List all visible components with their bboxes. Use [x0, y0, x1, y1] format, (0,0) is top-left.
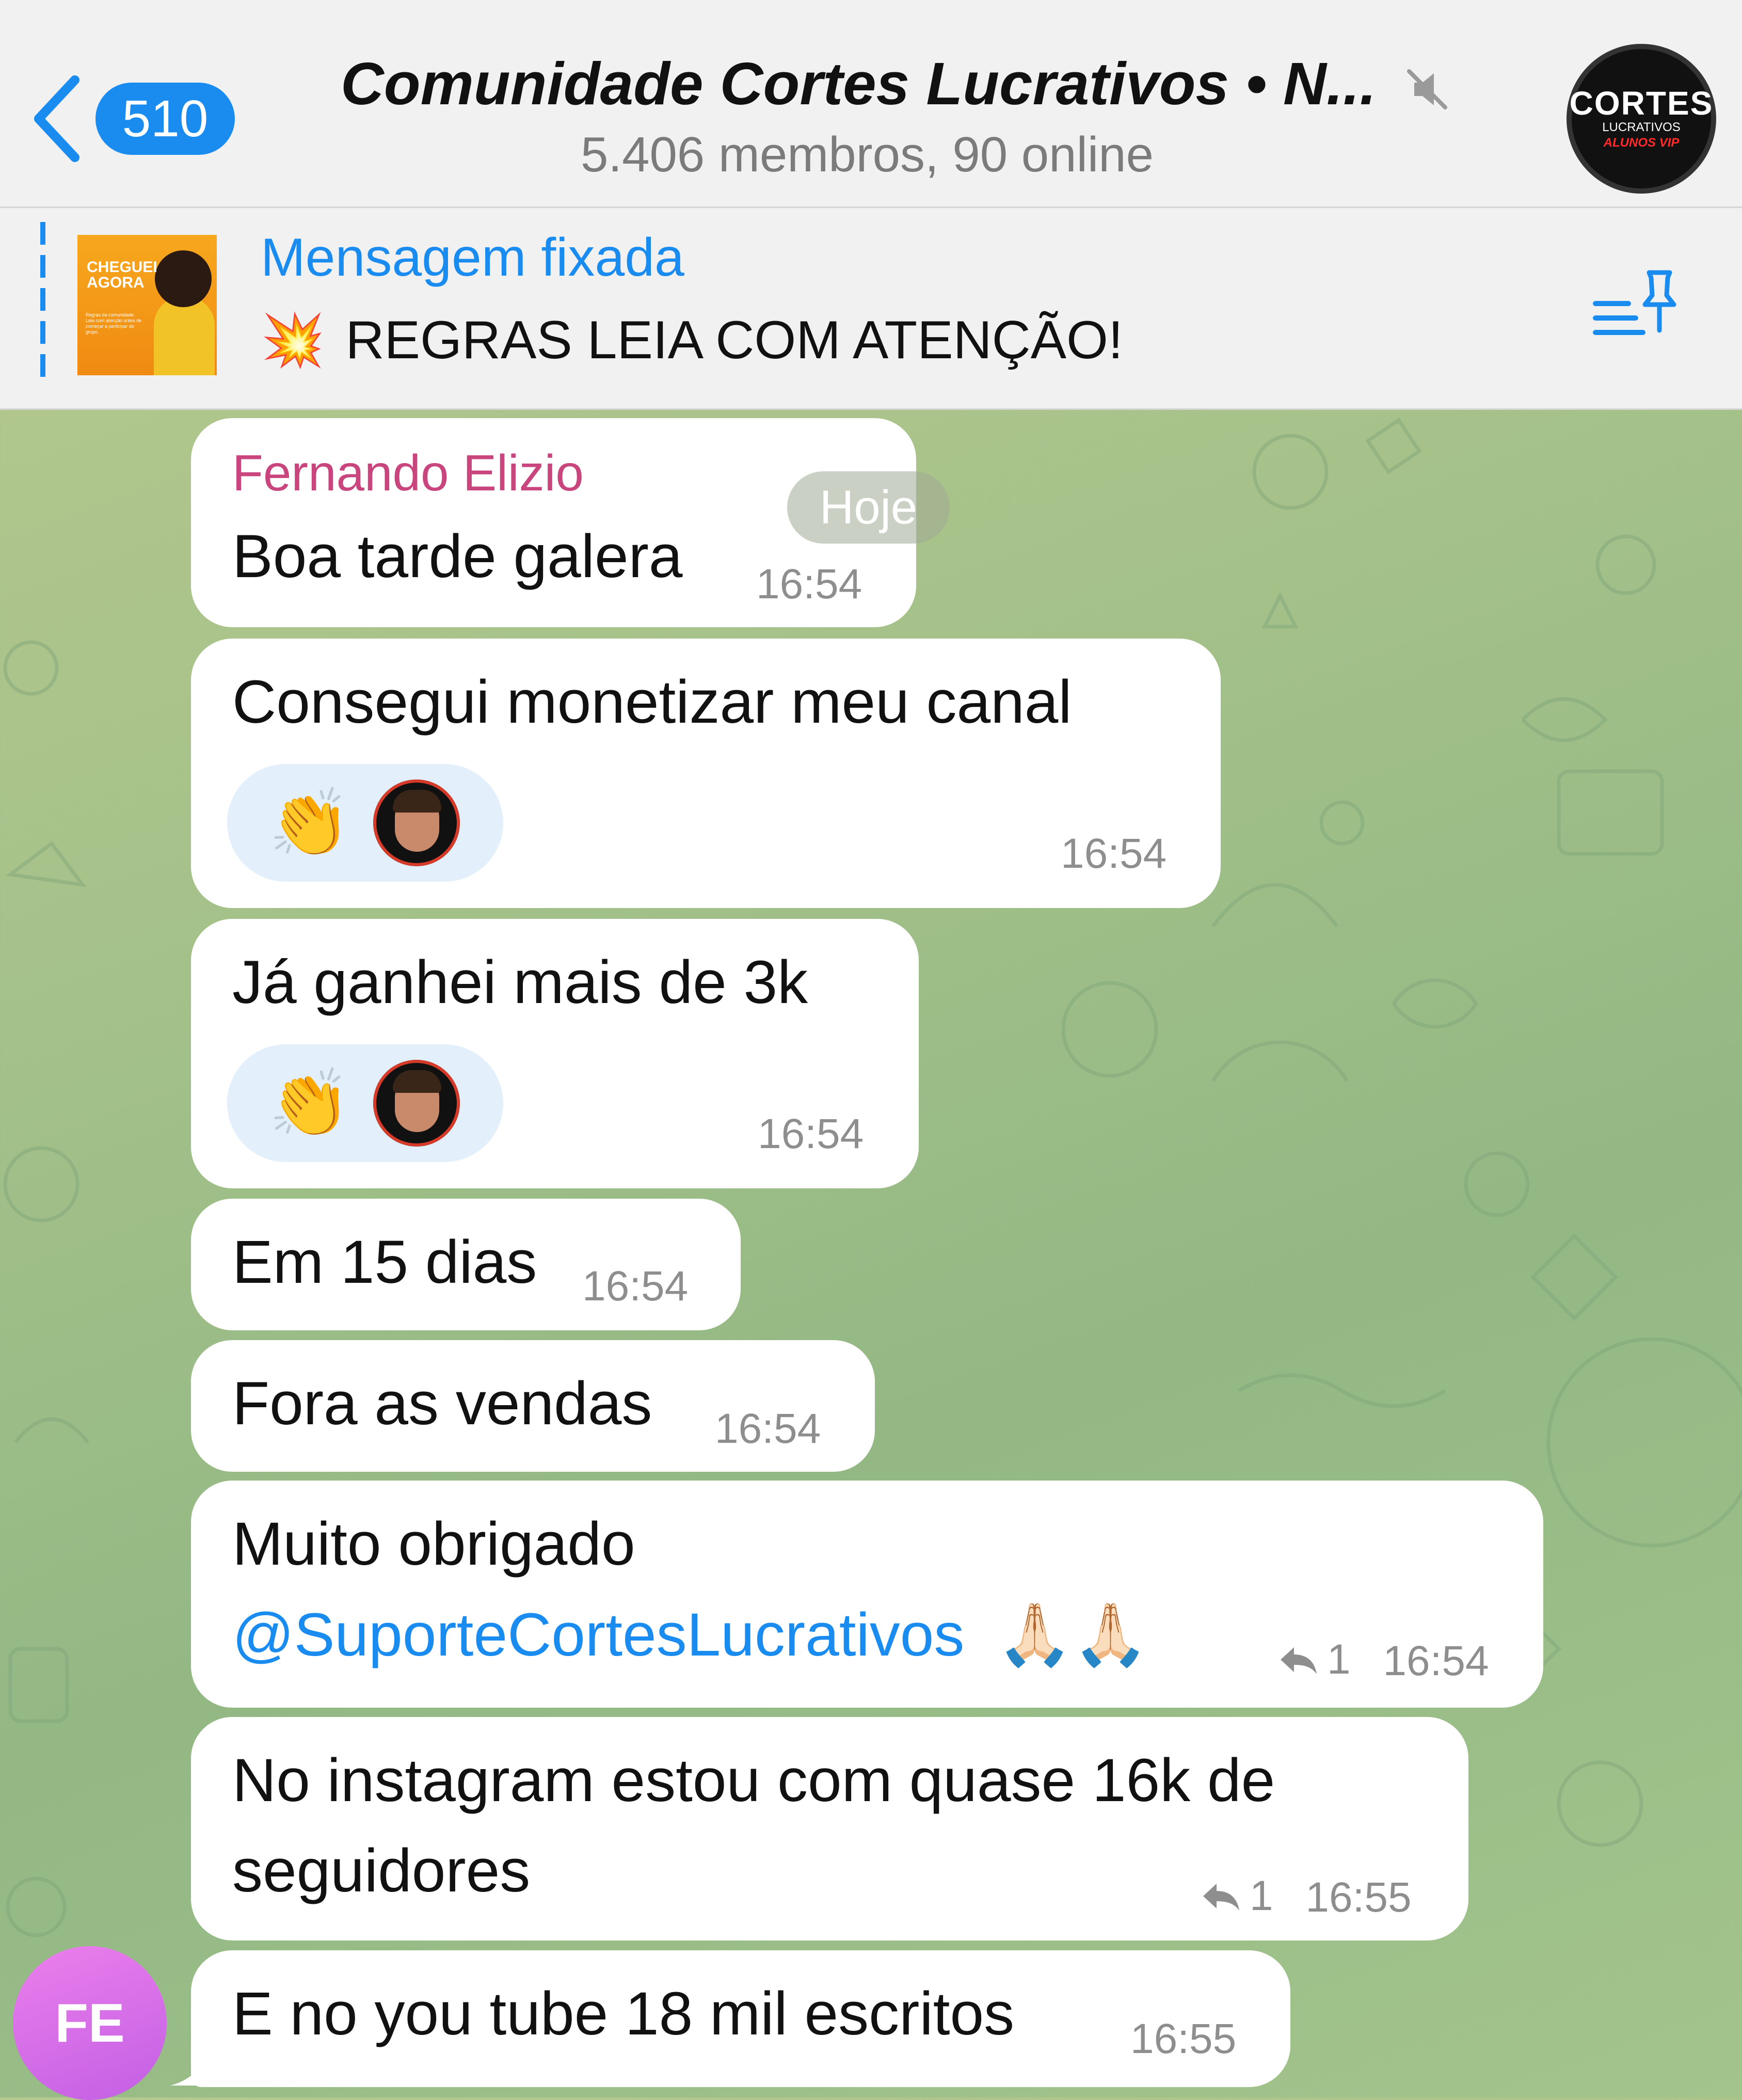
clapping-hands-icon: 👏	[268, 786, 351, 860]
message-time: 16:54	[758, 1110, 864, 1157]
pinned-thumbnail: CHEGUEI AGORA Regras da comunidade. Leia…	[77, 235, 217, 375]
reactor-avatar	[369, 1056, 464, 1151]
chat-title[interactable]: Comunidade Cortes Lucrativos • N...	[341, 49, 1414, 126]
thumbnail-body: Regras da comunidade. Leia com atenção a…	[86, 312, 142, 335]
message-time: 16:54	[1061, 830, 1167, 877]
pinned-text-label: REGRAS LEIA COM ATENÇÃO!	[345, 310, 1123, 370]
chat-header: 510 Comunidade Cortes Lucrativos • N... …	[0, 0, 1742, 208]
clapping-hands-icon: 👏	[268, 1067, 351, 1140]
avatar-logo-line2: LUCRATIVOS	[1602, 120, 1681, 134]
unread-count-badge[interactable]: 510	[95, 83, 235, 155]
message-meta: 1 16:54	[1277, 1635, 1489, 1685]
message-text: Já ganhei mais de 3k	[232, 948, 808, 1016]
chevron-left-icon	[34, 75, 79, 162]
mention-link[interactable]: @SuporteCortesLucrativos	[232, 1601, 964, 1669]
message-text-line2: seguidores	[232, 1837, 531, 1905]
reactor-ring	[373, 1060, 460, 1147]
sender-name[interactable]: Fernando Elizio	[232, 444, 584, 502]
message-meta: 1 16:55	[1200, 1872, 1412, 1922]
message-bubble[interactable]: Já ganhei mais de 3k 👏 16:54	[191, 919, 919, 1188]
thumbnail-heading: CHEGUEI AGORA	[87, 259, 157, 291]
message-mention-line: @SuporteCortesLucrativos 🙏🏻🙏🏻	[232, 1599, 1148, 1671]
message-text: No instagram estou com quase 16k de	[232, 1746, 1275, 1815]
reply-count[interactable]: 1	[1200, 1872, 1273, 1920]
message-bubble[interactable]: Consegui monetizar meu canal 👏 16:54	[191, 639, 1221, 908]
sender-avatar[interactable]: FE	[13, 1946, 167, 2100]
message-bubble[interactable]: Fora as vendas 16:54	[191, 1340, 875, 1472]
message-bubble[interactable]: Muito obrigado @SuporteCortesLucrativos …	[191, 1481, 1543, 1708]
reactor-ring	[373, 779, 460, 866]
message-time: 16:54	[582, 1263, 689, 1310]
message-bubble[interactable]: No instagram estou com quase 16k de segu…	[191, 1717, 1468, 1940]
thumbnail-figure-body	[154, 297, 215, 375]
reply-count-value: 1	[1327, 1636, 1351, 1683]
message-text: Em 15 dias	[232, 1228, 537, 1296]
avatar-logo-line1: CORTES	[1569, 85, 1714, 122]
message-time: 16:55	[1305, 1874, 1412, 1921]
message-time: 16:54	[756, 561, 862, 608]
message-time: 16:54	[1383, 1637, 1489, 1684]
message-text: Boa tarde galera	[232, 522, 683, 591]
date-chip: Hoje	[787, 471, 950, 544]
message-bubble[interactable]: E no you tube 18 mil escritos 16:55	[191, 1950, 1290, 2087]
message-time: 16:55	[1130, 2015, 1237, 2062]
folded-hands-icon: 🙏🏻🙏🏻	[997, 1601, 1149, 1669]
message-text: Consegui monetizar meu canal	[232, 668, 1072, 736]
chat-subtitle: 5.406 membros, 90 online	[581, 127, 1154, 182]
reply-arrow-icon	[1203, 1884, 1239, 1911]
pinned-label: Mensagem fixada	[261, 228, 684, 288]
message-text: E no you tube 18 mil escritos	[232, 1980, 1015, 2048]
muted-icon	[1407, 69, 1447, 109]
reply-arrow-icon	[1281, 1647, 1317, 1674]
pinned-text: 💥 REGRAS LEIA COM ATENÇÃO!	[261, 310, 1123, 371]
message-text: Muito obrigado	[232, 1510, 635, 1578]
avatar-logo-line3: ALUNOS VIP	[1603, 136, 1680, 150]
group-avatar[interactable]: CORTES LUCRATIVOS ALUNOS VIP	[1567, 44, 1716, 194]
reaction-chip[interactable]: 👏	[227, 1044, 503, 1162]
back-button[interactable]	[28, 72, 85, 165]
reaction-chip[interactable]: 👏	[227, 764, 503, 882]
message-time: 16:54	[715, 1405, 821, 1452]
reply-count-value: 1	[1250, 1872, 1273, 1919]
reply-count[interactable]: 1	[1277, 1635, 1351, 1684]
pinned-indicator	[40, 222, 45, 382]
bubble-tail	[170, 2044, 212, 2086]
pin-list-icon[interactable]	[1592, 268, 1680, 341]
explosion-icon: 💥	[261, 311, 325, 369]
reactor-avatar	[369, 775, 464, 870]
message-bubble[interactable]: Em 15 dias 16:54	[191, 1199, 741, 1330]
message-text: Fora as vendas	[232, 1370, 652, 1438]
